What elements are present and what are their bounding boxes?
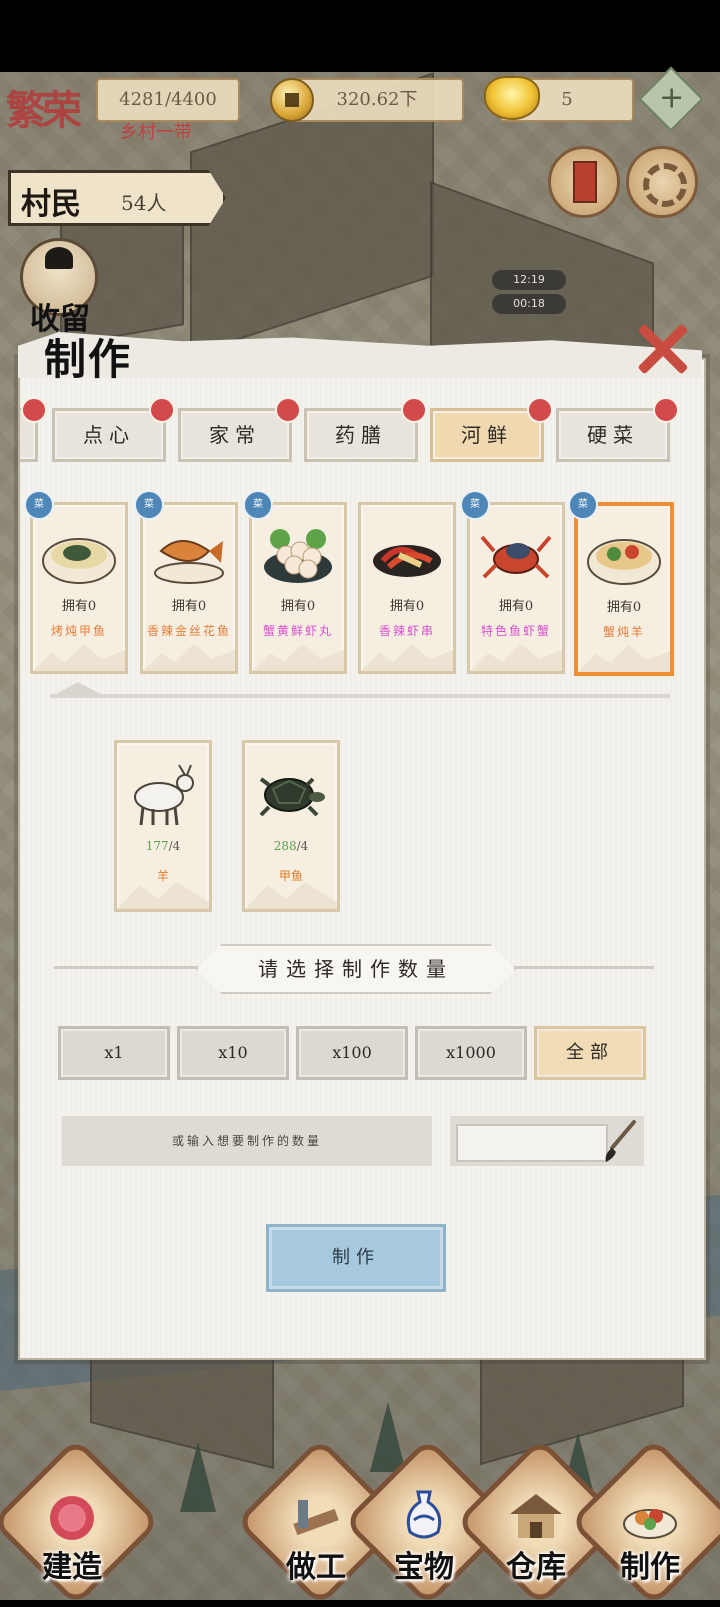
ingredient-count: 177/4 [145,839,181,853]
dish-name: 香辣金丝花鱼 [147,624,232,638]
custom-quantity-input[interactable] [450,1116,644,1166]
tab-hearty[interactable]: 硬菜 [556,397,679,462]
dialog-title: 制作 [44,335,133,384]
ingredient-card[interactable]: 177/4 羊 [114,740,212,912]
tab-river-food[interactable]: 河鲜 [430,397,553,462]
villagers-label: 村民 [21,187,81,222]
qty-x100-button[interactable]: x100 [296,1026,408,1080]
tab-home-cooking[interactable]: 家常 [178,397,301,462]
turtle-soup-icon [42,538,116,584]
qty-x1000-button[interactable]: x1000 [415,1026,527,1080]
make-button[interactable]: 制作 [266,1224,446,1292]
dish-name: 香辣虾串 [378,624,435,638]
dish-card[interactable]: 拥有0 香辣金丝花鱼 [140,502,238,674]
craft-icon [623,1509,677,1539]
dish-name: 特色鱼虾蟹 [480,624,551,638]
dish-badge-icon: 菜 [243,490,273,520]
ingredient-name: 羊 [156,869,169,883]
qty-all-button[interactable]: 全部 [534,1026,646,1080]
settings-gear-icon[interactable] [626,146,698,218]
dish-card-selected[interactable]: 拥有0 蟹炖羊 [574,502,674,676]
timer-1: 12:19 [492,270,566,290]
ingredient-card[interactable]: 288/4 甲鱼 [242,740,340,912]
qty-x10-button[interactable]: x10 [177,1026,289,1080]
dish-badge-icon: 菜 [460,490,490,520]
dish-card[interactable]: 拥有0 蟹黄鲜虾丸 [249,502,347,674]
nav-build[interactable]: 建造 [0,1437,161,1607]
quantity-title: 请选择制作数量 [196,944,516,994]
dish-card[interactable]: 拥有0 香辣虾串 [358,502,456,674]
turtle-icon [259,777,325,817]
shrimp-balls-icon [264,529,332,583]
dish-badge-icon: 菜 [568,490,598,520]
copper-coin-icon [270,78,314,122]
villagers-count: 54人 [121,191,167,215]
close-button[interactable] [636,320,689,376]
custom-quantity-label: 或输入想要制作的数量 [62,1116,432,1166]
prosperity-logo: 繁荣 [6,87,82,134]
dish-name: 蟹炖羊 [602,625,645,639]
copper-amount: 320.62下 [290,78,464,122]
scroll-book-icon[interactable] [548,146,620,218]
crab-lamb-stew-icon [587,539,661,585]
dish-name: 蟹黄鲜虾丸 [262,624,333,638]
goat-icon [134,764,194,826]
villagers-panel: 村民 54人 [8,170,226,226]
treasure-icon [406,1490,442,1539]
dish-card[interactable]: 拥有0 特色鱼虾蟹 [467,502,565,674]
prosperity-progress: 4281/4400 [96,78,240,122]
nav-craft[interactable]: 制作 [569,1437,720,1607]
category-tabs: 点心 家常 药膳 河鲜 硬菜 [20,394,700,474]
dish-name: 烤炖甲鱼 [50,624,107,638]
warehouse-icon [510,1494,562,1538]
divider [50,694,670,698]
fish-icon [154,540,224,584]
timer-2: 00:18 [492,294,566,314]
dish-badge-icon: 菜 [134,490,164,520]
ingredient-count: 288/4 [273,839,309,853]
gold-ingot-icon [484,76,540,120]
qty-x1-button[interactable]: x1 [58,1026,170,1080]
spicy-shrimp-icon [373,545,441,577]
crab-icon [480,535,552,579]
work-icon [293,1500,339,1536]
build-icon [50,1496,94,1540]
ingredient-name: 甲鱼 [278,869,303,883]
tab-medicinal[interactable]: 药膳 [304,397,427,462]
dish-card[interactable]: 拥有0 烤炖甲鱼 [30,502,128,674]
tab-dim-sum[interactable]: 点心 [52,397,175,462]
dish-badge-icon: 菜 [24,490,54,520]
tab-hidden-left[interactable] [20,397,47,462]
